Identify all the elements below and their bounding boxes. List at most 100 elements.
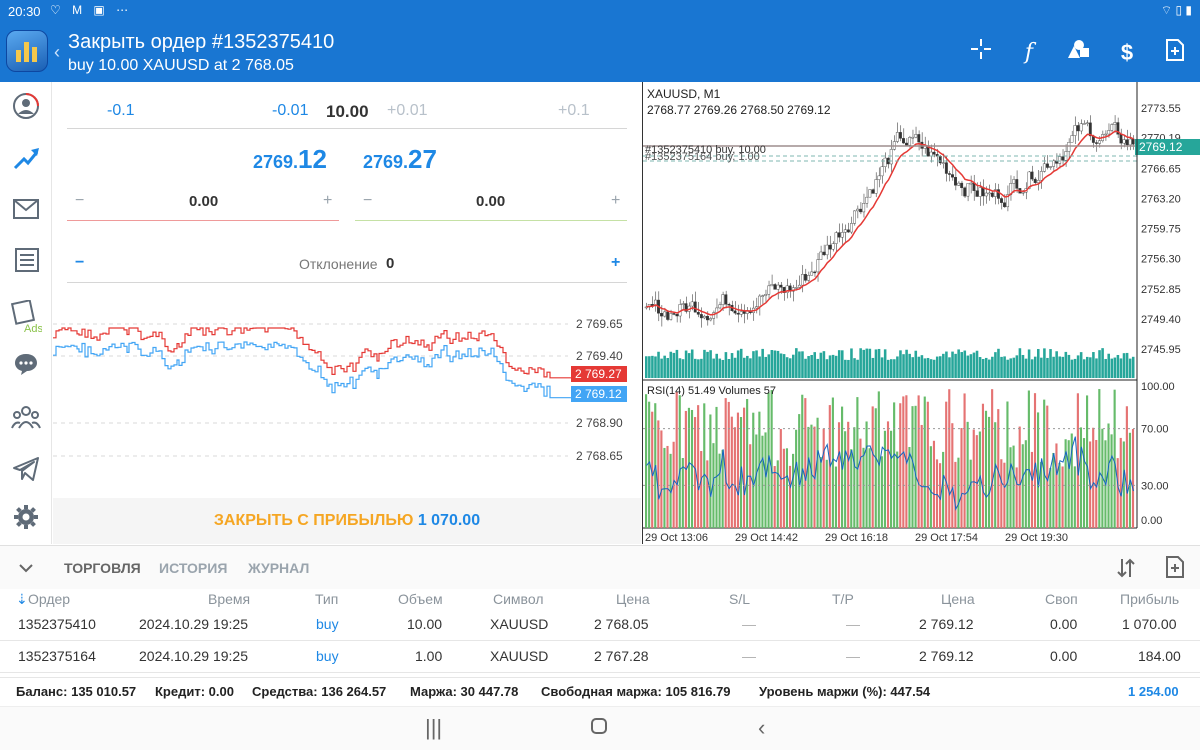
header-price-current[interactable]: Цена	[941, 591, 975, 607]
rsi-volume-bar	[1086, 395, 1089, 528]
page-subtitle: buy 10.00 XAUUSD at 2 768.05	[68, 57, 294, 74]
rsi-volume-bar	[1110, 434, 1113, 528]
volume-bar	[981, 358, 985, 378]
rsi-volume-bar	[807, 426, 810, 528]
volume-plus-0.01-button[interactable]: +0.01	[387, 102, 427, 120]
volume-bar	[798, 351, 801, 378]
deviation-input[interactable]: 0	[386, 255, 394, 272]
chart-panel[interactable]: #1352375410 buy, 10.00 #1352375164 buy, …	[642, 82, 1200, 544]
candle-body	[807, 275, 810, 281]
candle-body	[831, 243, 835, 250]
volume-bar	[1113, 357, 1117, 378]
sidebar-trade-icon[interactable]	[10, 144, 42, 176]
sidebar-chat-icon[interactable]	[10, 352, 42, 384]
rsi-volume-bar	[681, 458, 684, 528]
volume-bar	[1058, 356, 1061, 378]
volume-bar	[841, 350, 844, 378]
collapse-chevron-icon[interactable]	[14, 556, 38, 585]
candle-body	[1045, 163, 1049, 168]
rsi-volume-bar	[782, 448, 785, 528]
sidebar-ads-icon[interactable]: Ads	[10, 299, 43, 335]
nav-back-icon[interactable]: ‹	[758, 715, 765, 741]
sl-minus-button[interactable]: −	[75, 192, 84, 210]
rsi-volume-bar	[1073, 466, 1076, 528]
volume-minus-0.01-button[interactable]: -0.01	[272, 102, 308, 120]
header-profit[interactable]: Прибыль	[1120, 591, 1179, 607]
header-tp[interactable]: T/P	[832, 591, 854, 607]
objects-icon[interactable]	[1063, 38, 1093, 68]
sidebar-news-icon[interactable]	[10, 248, 42, 280]
rsi-volume-bar	[837, 422, 841, 528]
rsi-volume-bar	[981, 403, 985, 528]
tab-history[interactable]: ИСТОРИЯ	[159, 560, 227, 576]
header-swap[interactable]: Своп	[1045, 591, 1078, 607]
indicators-icon[interactable]: f	[1014, 38, 1044, 68]
header-type[interactable]: Тип	[315, 591, 338, 607]
stop-loss-input[interactable]: 0.00	[189, 193, 218, 210]
recent-apps-icon[interactable]: |||	[425, 715, 442, 741]
volume-bar	[1000, 356, 1003, 378]
price-chart[interactable]: #1352375410 buy, 10.00 #1352375164 buy, …	[643, 82, 1200, 544]
rsi-volume-bar	[715, 406, 718, 528]
sort-icon[interactable]	[1114, 556, 1138, 585]
sort-arrow-icon[interactable]: ⇣	[16, 591, 28, 608]
header-sl[interactable]: S/L	[729, 591, 750, 607]
candle-body	[914, 134, 918, 138]
crosshair-icon[interactable]	[966, 38, 996, 68]
volume-bar	[755, 350, 758, 378]
volume-bar	[984, 357, 988, 378]
app-logo-icon[interactable]	[6, 30, 48, 72]
trade-icon[interactable]: $	[1112, 38, 1142, 68]
tp-underline	[355, 220, 627, 221]
volume-bar	[807, 356, 810, 378]
sidebar-account-icon[interactable]	[10, 92, 42, 124]
table-row[interactable]: 1352375164 2024.10.29 19:25 buy 1.00 XAU…	[0, 641, 1200, 673]
chart-ohlc: 2768.77 2769.26 2768.50 2769.12	[647, 103, 831, 117]
candle-body	[947, 173, 951, 175]
header-symbol[interactable]: Символ	[493, 591, 543, 607]
volume-bar	[1052, 356, 1055, 378]
deviation-plus-button[interactable]: +	[611, 254, 620, 272]
close-with-profit-button[interactable]: ЗАКРЫТЬ С ПРИБЫЛЬЮ 1 070.00	[53, 498, 641, 544]
header-volume[interactable]: Объем	[398, 591, 443, 607]
volume-input[interactable]: 10.00	[326, 102, 369, 122]
tab-journal[interactable]: ЖУРНАЛ	[248, 560, 309, 576]
sidebar-telegram-icon[interactable]	[10, 456, 42, 488]
tp-minus-button[interactable]: −	[363, 192, 372, 210]
new-order-icon[interactable]	[1160, 38, 1190, 68]
candle-body	[932, 151, 936, 155]
rsi-tick-label: 30.00	[1141, 480, 1169, 492]
tab-trade[interactable]: ТОРГОВЛЯ	[64, 560, 141, 576]
tp-plus-button[interactable]: +	[611, 192, 620, 210]
new-order-file-icon[interactable]	[1164, 555, 1186, 584]
bid-price-pips: 12	[298, 144, 327, 174]
rsi-volume-bar	[660, 430, 663, 528]
volume-bar	[963, 350, 967, 378]
rsi-volume-bar	[1027, 390, 1030, 528]
sidebar-mail-icon[interactable]	[10, 196, 42, 228]
rsi-volume-bar	[666, 445, 669, 528]
table-row[interactable]: 1352375410 2024.10.29 19:25 buy 10.00 XA…	[0, 609, 1200, 641]
sidebar-community-icon[interactable]	[10, 404, 42, 436]
volume-minus-0.1-button[interactable]: -0.1	[107, 102, 135, 120]
candle-body	[742, 311, 746, 314]
rsi-volume-bar	[801, 394, 804, 528]
deviation-minus-button[interactable]: −	[75, 254, 84, 272]
rsi-volume-bar	[945, 401, 948, 528]
header-order[interactable]: Ордер	[28, 591, 70, 607]
rsi-volume-bar	[899, 403, 902, 528]
rsi-volume-bar	[1043, 399, 1046, 528]
rsi-volume-bar	[865, 421, 868, 528]
volume-bar	[969, 354, 973, 378]
home-icon[interactable]	[590, 715, 608, 741]
header-time[interactable]: Время	[208, 591, 250, 607]
rsi-tick-label: 0.00	[1141, 515, 1162, 527]
sl-plus-button[interactable]: +	[323, 192, 332, 210]
rsi-volume-bar	[645, 394, 648, 528]
back-chevron-icon[interactable]: ‹	[54, 42, 60, 63]
take-profit-input[interactable]: 0.00	[476, 193, 505, 210]
sidebar-settings-icon[interactable]	[10, 504, 42, 536]
header-price-open[interactable]: Цена	[616, 591, 650, 607]
rsi-volume-bar	[736, 412, 740, 528]
volume-plus-0.1-button[interactable]: +0.1	[558, 102, 590, 120]
